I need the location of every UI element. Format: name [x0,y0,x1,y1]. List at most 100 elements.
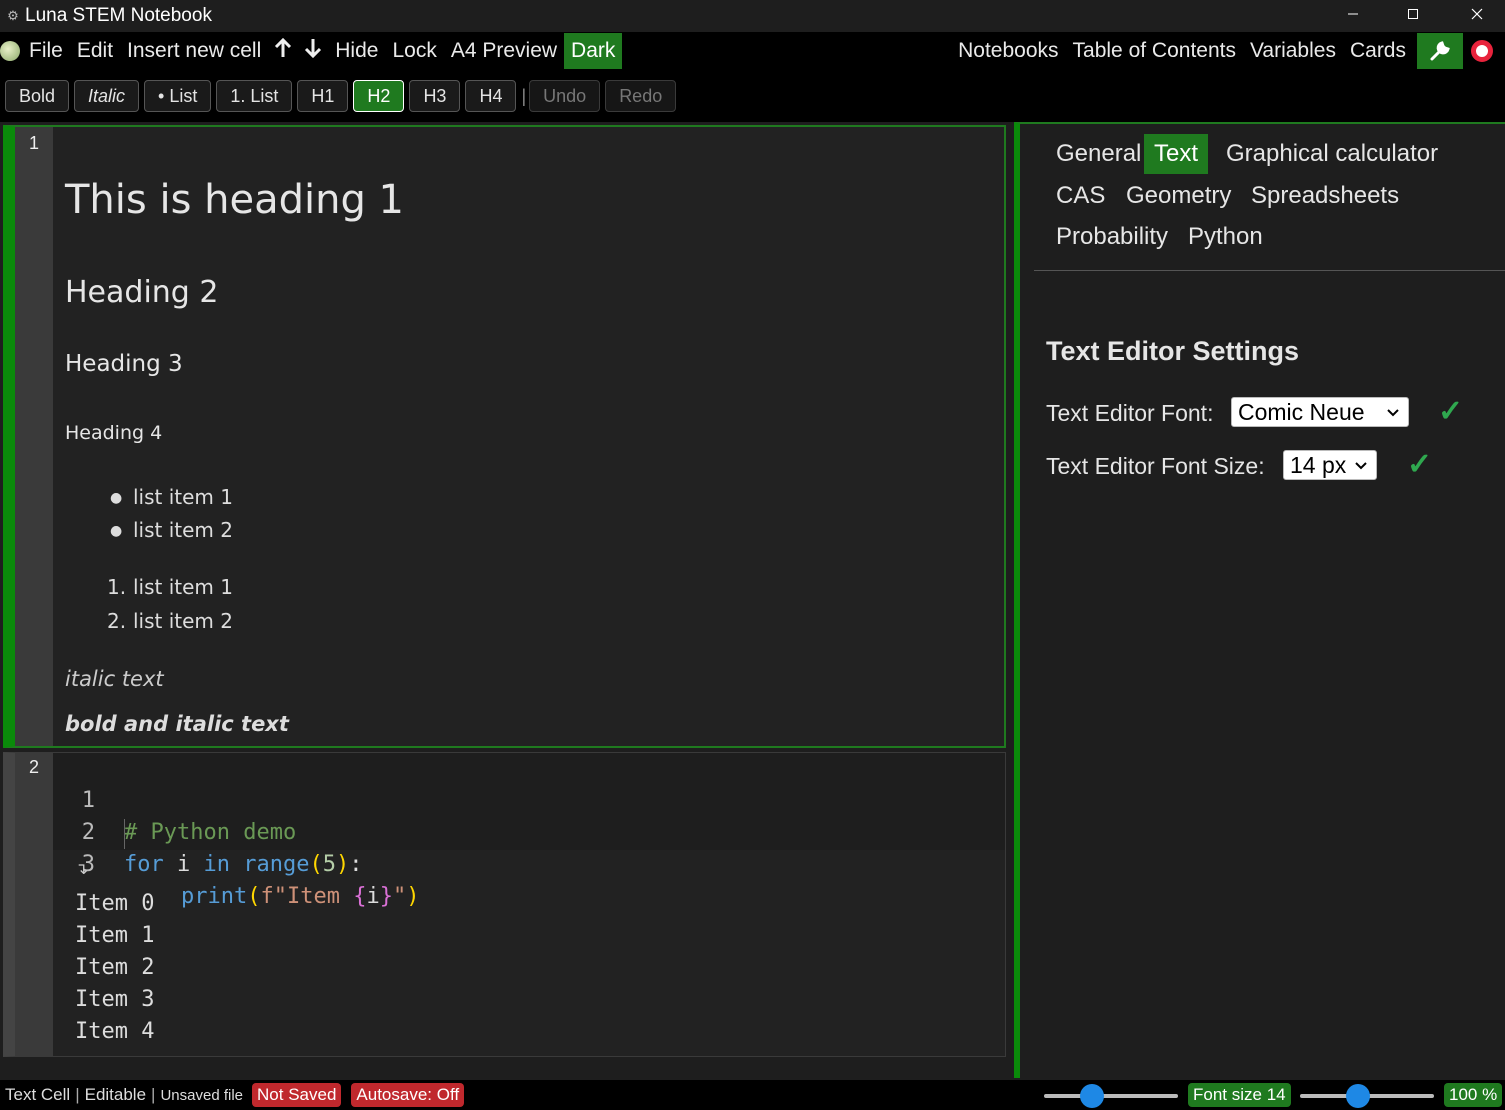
close-button[interactable] [1454,0,1500,28]
font-size-check-icon: ✓ [1407,448,1433,481]
bullet-list-button[interactable]: • List [144,80,212,112]
arrow-up-icon [275,37,292,57]
font-size-select[interactable]: 14 px [1283,450,1377,480]
output-line: Item 2 [75,955,155,980]
output-line: Item 0 [75,891,155,916]
code-editor[interactable]: 1 # Python demo 2 for i in range(5): 3 p… [53,753,1005,909]
notebook-pane: 1 This is heading 1 Heading 2 Heading 3 … [0,122,1012,1078]
indent-guide [124,819,125,849]
status-file: Unsaved file [160,1086,244,1104]
ordered-list-item: list item 1 [133,575,233,599]
h3-button[interactable]: H3 [409,80,461,112]
toolbar-separator: | [521,85,527,106]
italic-button[interactable]: Italic [74,80,140,112]
ordered-list-item: list item 2 [133,609,233,633]
format-toolbar: Bold Italic • List 1. List H1 H2 H3 H4 |… [0,70,1505,122]
status-cell-type: Text Cell [5,1085,71,1104]
h1-button[interactable]: H1 [297,80,349,112]
tab-cas[interactable]: CAS [1046,176,1115,216]
cell-gutter: 1 [15,127,53,746]
wrench-icon [1430,41,1450,61]
tab-spreadsheets[interactable]: Spreadsheets [1241,176,1409,216]
status-editable: Editable [84,1085,147,1104]
tabs-divider [1034,270,1505,271]
code-text: for i in range(5): [124,852,363,877]
font-size-badge: Font size 14 [1188,1083,1291,1107]
app-gear-icon: ⚙ [7,8,19,23]
font-size-select-value: 14 px [1290,452,1347,478]
menu-a4-preview[interactable]: A4 Preview [444,33,564,69]
help-lifebuoy-icon[interactable] [1471,40,1493,62]
h4-button[interactable]: H4 [465,80,517,112]
maximize-icon [1408,9,1418,19]
code-line: 3 print(f"Item {i}") [53,817,420,909]
move-cell-up-button[interactable] [268,37,298,64]
text-cell-content[interactable]: This is heading 1 Heading 2 Heading 3 He… [53,127,1004,746]
tab-python[interactable]: Python [1178,217,1273,257]
chevron-down-icon [1354,451,1368,489]
output-line: Item 1 [75,923,155,948]
maximize-button[interactable] [1390,0,1436,28]
font-size-label: Text Editor Font Size: [1046,453,1265,479]
bold-italic-text: bold and italic text [65,712,289,736]
numbered-list-button[interactable]: 1. List [216,80,293,112]
tab-probability[interactable]: Probability [1046,217,1178,257]
close-icon [1471,8,1483,20]
h2-button[interactable]: H2 [353,80,405,112]
menu-bar: File Edit Insert new cell Hide Lock A4 P… [0,32,1505,70]
chevron-down-icon [1386,398,1400,436]
bullet-list-item: list item 2 [133,518,233,542]
italic-text: italic text [65,667,164,691]
bold-button[interactable]: Bold [5,80,70,112]
settings-title: Text Editor Settings [1046,336,1300,366]
redo-button[interactable]: Redo [605,80,677,112]
menu-dark-toggle[interactable]: Dark [564,33,623,69]
app-logo-icon [0,41,20,61]
title-bar: ⚙ Luna STEM Notebook [0,0,1505,32]
window-title: Luna STEM Notebook [25,5,212,26]
move-cell-down-button[interactable] [298,38,328,64]
settings-wrench-button[interactable] [1417,33,1463,69]
ordered-marker: 2. [107,609,127,633]
font-size-slider-thumb[interactable] [1080,1084,1104,1108]
tab-geometry[interactable]: Geometry [1116,176,1241,216]
settings-pane: General Text Graphical calculator CAS Ge… [1014,122,1505,1078]
font-check-icon: ✓ [1438,395,1464,428]
menu-table-of-contents[interactable]: Table of Contents [1066,33,1243,69]
menu-edit[interactable]: Edit [70,33,120,69]
menu-notebooks[interactable]: Notebooks [951,33,1065,69]
output-line: Item 4 [75,1019,155,1044]
menu-insert-new-cell[interactable]: Insert new cell [120,33,268,69]
heading-3: Heading 3 [65,351,183,377]
font-label: Text Editor Font: [1046,400,1214,426]
menu-variables[interactable]: Variables [1243,33,1343,69]
code-line: 1 # Python demo [53,753,296,845]
tab-graphical-calculator[interactable]: Graphical calculator [1216,134,1448,174]
zoom-slider-thumb[interactable] [1346,1084,1370,1108]
code-cell[interactable]: 2 1 # Python demo 2 for i in range(5): 3… [3,752,1006,1057]
font-size-slider[interactable] [1044,1094,1178,1098]
status-autosave-badge[interactable]: Autosave: Off [351,1083,465,1107]
font-select-value: Comic Neue [1238,399,1365,425]
menu-file[interactable]: File [22,33,70,69]
menu-hide[interactable]: Hide [328,33,385,69]
cell-number: 1 [28,133,39,153]
status-not-saved-badge: Not Saved [252,1083,342,1107]
status-bar: Text Cell | Editable | Unsaved file Not … [0,1080,1505,1110]
menu-lock[interactable]: Lock [385,33,443,69]
heading-4: Heading 4 [65,422,163,444]
tab-general[interactable]: General [1046,134,1151,174]
bullet-marker: ● [110,523,123,539]
minimize-icon [1348,13,1358,15]
menu-cards[interactable]: Cards [1343,33,1413,69]
output-arrow-icon[interactable]: ↴ [75,859,88,879]
minimize-button[interactable] [1330,0,1376,28]
cell-number: 2 [28,757,39,777]
font-select[interactable]: Comic Neue [1231,397,1409,427]
tab-text[interactable]: Text [1144,134,1209,174]
ordered-marker: 1. [107,575,127,599]
undo-button[interactable]: Undo [529,80,601,112]
heading-1: This is heading 1 [65,177,405,223]
heading-2: Heading 2 [65,275,219,310]
text-cell[interactable]: 1 This is heading 1 Heading 2 Heading 3 … [3,125,1006,748]
